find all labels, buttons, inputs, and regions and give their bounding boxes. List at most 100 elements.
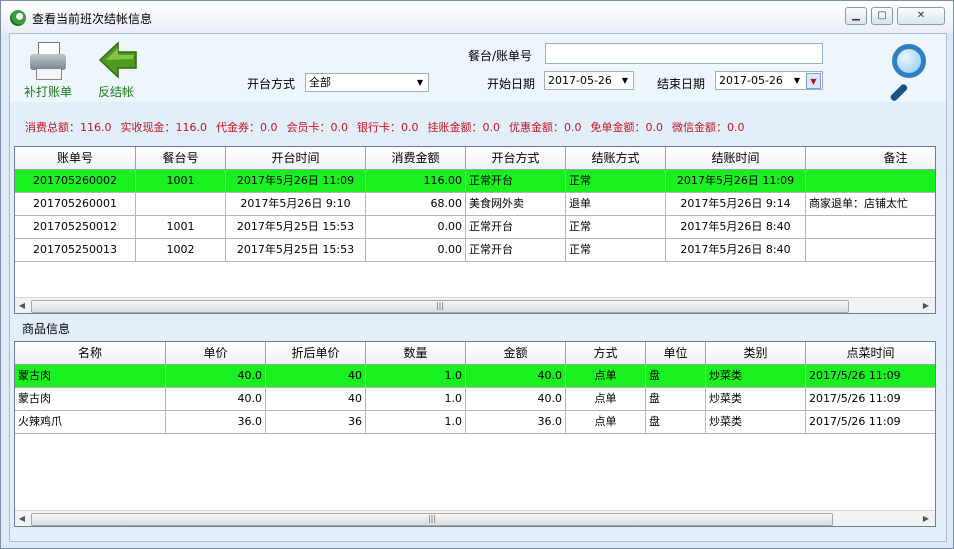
open-mode-cell: 正常开台	[466, 170, 566, 193]
scroll-left-icon[interactable]: ◀	[17, 300, 27, 312]
unit-price-cell: 36.0	[166, 411, 266, 434]
remark-cell	[806, 170, 935, 193]
category-cell: 炒菜类	[706, 411, 806, 434]
settle-mode-cell: 正常	[566, 239, 666, 262]
bills-horizontal-scrollbar[interactable]: ◀ ||| ▶	[15, 297, 935, 313]
summary-member-card: 会员卡：0.0	[286, 121, 349, 134]
settle-time-cell: 2017年5月26日 8:40	[666, 216, 806, 239]
bills-row[interactable]: 201705250013 1002 2017年5月25日 15:53 0.00 …	[15, 239, 935, 262]
items-header-cell[interactable]: 单价	[166, 342, 266, 365]
open-mode-cell: 正常开台	[466, 216, 566, 239]
bills-header-cell[interactable]: 备注	[806, 147, 935, 170]
items-header-cell[interactable]: 单位	[646, 342, 706, 365]
search-button[interactable]	[884, 42, 930, 103]
remark-cell: 商家退单：店铺太忙	[806, 193, 935, 216]
scroll-grip-icon[interactable]: |||	[31, 513, 833, 526]
bill-number-cell: 201705250012	[15, 216, 136, 239]
chevron-down-icon: ▼	[793, 76, 801, 85]
items-header-cell[interactable]: 金额	[466, 342, 566, 365]
bills-header-cell[interactable]: 开台方式	[466, 147, 566, 170]
order-mode-cell: 点单	[566, 365, 646, 388]
open-time-cell: 2017年5月25日 15:53	[226, 216, 366, 239]
discount-price-cell: 36	[266, 411, 366, 434]
items-header-cell[interactable]: 类别	[706, 342, 806, 365]
title-bar: 查看当前班次结帐信息 ▁ ▢ ✕	[1, 1, 953, 33]
scroll-grip-icon[interactable]: |||	[31, 300, 849, 313]
quantity-cell: 1.0	[366, 365, 466, 388]
unit-cell: 盘	[646, 411, 706, 434]
scroll-left-icon[interactable]: ◀	[17, 513, 27, 525]
items-row[interactable]: 火辣鸡爪 36.0 36 1.0 36.0 点单 盘 炒菜类 2017/5/26…	[15, 411, 935, 434]
unit-cell: 盘	[646, 388, 706, 411]
item-name-cell: 蒙古肉	[15, 388, 166, 411]
close-button[interactable]: ✕	[897, 7, 945, 25]
amount-cell: 0.00	[366, 239, 466, 262]
item-amount-cell: 40.0	[466, 365, 566, 388]
bills-header-cell[interactable]: 餐台号	[136, 147, 226, 170]
bills-header-cell[interactable]: 开台时间	[226, 147, 366, 170]
items-grid: 名称 单价 折后单价 数量 金额 方式 单位 类别 点菜时间 蒙古肉 40.0 …	[14, 341, 936, 527]
items-row[interactable]: 蒙古肉 40.0 40 1.0 40.0 点单 盘 炒菜类 2017/5/26 …	[15, 388, 935, 411]
summary-bank-card: 银行卡：0.0	[357, 121, 419, 134]
printer-icon	[30, 42, 66, 80]
end-date-picker[interactable]: 2017-05-26 ▼ ▼	[715, 71, 823, 90]
table-number-cell: 1001	[136, 170, 226, 193]
items-horizontal-scrollbar[interactable]: ◀ ||| ▶	[15, 510, 935, 526]
items-header-cell[interactable]: 名称	[15, 342, 166, 365]
bills-row[interactable]: 201705250012 1001 2017年5月25日 15:53 0.00 …	[15, 216, 935, 239]
scroll-right-icon[interactable]: ▶	[921, 513, 931, 525]
order-mode-cell: 点单	[566, 388, 646, 411]
minimize-button[interactable]: ▁	[845, 7, 867, 25]
reprint-label: 补打账单	[23, 85, 72, 99]
start-date-label: 开始日期	[487, 77, 536, 91]
window-title: 查看当前班次结帐信息	[32, 12, 153, 26]
items-row[interactable]: 蒙古肉 40.0 40 1.0 40.0 点单 盘 炒菜类 2017/5/26 …	[15, 365, 935, 388]
table-number-cell: 1001	[136, 216, 226, 239]
summary-wechat: 微信金额：0.0	[672, 121, 745, 134]
maximize-button[interactable]: ▢	[871, 7, 893, 25]
settle-time-cell: 2017年5月26日 8:40	[666, 239, 806, 262]
settle-time-cell: 2017年5月26日 9:14	[666, 193, 806, 216]
bills-header-cell[interactable]: 结账方式	[566, 147, 666, 170]
summary-free: 免单金额：0.0	[590, 121, 664, 134]
unit-price-cell: 40.0	[166, 365, 266, 388]
window: 查看当前班次结帐信息 ▁ ▢ ✕ 补打账单 反结帐 餐台/账单号 开台方式 全部…	[0, 0, 954, 549]
settle-time-cell: 2017年5月26日 11:09	[666, 170, 806, 193]
table-number-cell	[136, 193, 226, 216]
open-mode-cell: 正常开台	[466, 239, 566, 262]
app-logo-icon	[10, 10, 26, 26]
summary-cash: 实收现金：116.0	[120, 121, 208, 134]
items-header-cell[interactable]: 数量	[366, 342, 466, 365]
scroll-right-icon[interactable]: ▶	[921, 300, 931, 312]
items-header-cell[interactable]: 方式	[566, 342, 646, 365]
bills-header-row: 账单号 餐台号 开台时间 消费金额 开台方式 结账方式 结账时间 备注	[15, 147, 935, 170]
settle-mode-cell: 退单	[566, 193, 666, 216]
unit-price-cell: 40.0	[166, 388, 266, 411]
close-icon: ✕	[916, 10, 926, 21]
start-date-picker[interactable]: 2017-05-26 ▼	[544, 71, 634, 90]
chevron-down-icon: ▼	[621, 76, 629, 85]
bills-row[interactable]: 201705260001 2017年5月26日 9:10 68.00 美食网外卖…	[15, 193, 935, 216]
table-bill-input[interactable]	[545, 43, 823, 64]
settle-mode-cell: 正常	[566, 216, 666, 239]
bills-header-cell[interactable]: 账单号	[15, 147, 136, 170]
items-header-cell[interactable]: 点菜时间	[806, 342, 935, 365]
item-amount-cell: 36.0	[466, 411, 566, 434]
calendar-dropdown-icon[interactable]: ▼	[806, 73, 821, 89]
bills-row[interactable]: 201705260002 1001 2017年5月26日 11:09 116.0…	[15, 170, 935, 193]
remark-cell	[806, 239, 935, 262]
summary-bar: 消费总额：116.0 实收现金：116.0 代金券：0.0 会员卡：0.0 银行卡：0.…	[25, 119, 754, 135]
bills-header-cell[interactable]: 结账时间	[666, 147, 806, 170]
open-mode-select[interactable]: 全部 ▼	[305, 73, 429, 92]
open-time-cell: 2017年5月26日 11:09	[226, 170, 366, 193]
minimize-icon: ▁	[852, 10, 860, 21]
item-name-cell: 火辣鸡爪	[15, 411, 166, 434]
client-area: 补打账单 反结帐 餐台/账单号 开台方式 全部 ▼ 开始日期 2017-05-2…	[9, 33, 947, 542]
bill-number-cell: 201705250013	[15, 239, 136, 262]
quantity-cell: 1.0	[366, 411, 466, 434]
items-header-cell[interactable]: 折后单价	[266, 342, 366, 365]
unsettle-label: 反结帐	[97, 85, 134, 99]
open-time-cell: 2017年5月25日 15:53	[226, 239, 366, 262]
order-time-cell: 2017/5/26 11:09	[806, 411, 935, 434]
bills-header-cell[interactable]: 消费金额	[366, 147, 466, 170]
